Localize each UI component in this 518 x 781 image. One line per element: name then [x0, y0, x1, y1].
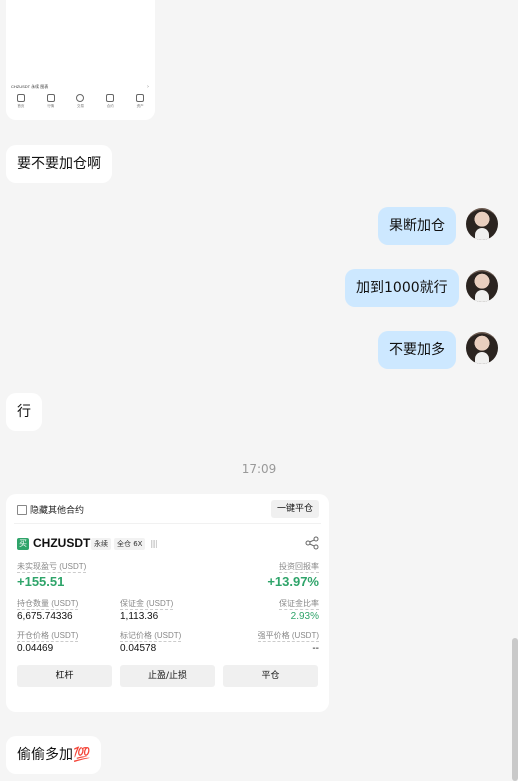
mark-price-label: 标记价格 (USDT) [120, 631, 182, 642]
margin-ratio-value: 2.93% [290, 611, 319, 622]
chart-icon [46, 94, 55, 102]
avatar[interactable] [466, 270, 498, 302]
home-icon [16, 94, 25, 102]
buy-badge-icon: 买 [17, 538, 29, 550]
futures-icon [106, 94, 115, 102]
message-bubble-left[interactable]: 要不要加仓啊 [6, 145, 112, 183]
wallet-icon [136, 94, 145, 102]
close-all-button: 一键平仓 [270, 500, 319, 518]
nav-item-assets: 资产 [129, 94, 151, 109]
message-bubble-left[interactable]: 偷偷多加💯 [6, 736, 102, 774]
hide-other-label: 隐藏其他合约 [30, 506, 85, 516]
shared-screenshot-card[interactable]: CHZUSDT 永续 图表 › 首页 行情 交易 合约 资产 [6, 0, 155, 120]
hide-other-checkbox [17, 505, 27, 515]
margin-value: 1,113.36 [120, 611, 159, 622]
mark-price-value: 0.04578 [120, 643, 157, 654]
trade-icon [76, 94, 85, 102]
share-icon [305, 536, 319, 550]
liquidation-price-value: -- [312, 643, 319, 654]
message-bubble-right[interactable]: 果断加仓 [378, 207, 456, 245]
position-size-label: 持仓数量 (USDT) [17, 599, 79, 610]
chevron-right-icon: › [147, 84, 149, 90]
avatar[interactable] [466, 332, 498, 364]
leverage-button: 杠杆 [17, 665, 112, 687]
liquidation-price-label: 强平价格 (USDT) [257, 631, 319, 642]
close-position-button: 平仓 [223, 665, 318, 687]
screenshot-pair-label: CHZUSDT 永续 图表 [11, 84, 49, 89]
position-size-value: 6,675.74336 [17, 611, 73, 622]
margin-ratio-label: 保证金比率 [279, 599, 319, 610]
tp-sl-button: 止盈/止损 [120, 665, 215, 687]
message-timestamp: 17:09 [241, 462, 277, 476]
unrealized-pnl-label: 未实现盈亏 (USDT) [17, 562, 87, 573]
nav-item-trade: 交易 [69, 94, 91, 109]
avatar[interactable] [466, 208, 498, 240]
screenshot-bottom-nav: 首页 行情 交易 合约 资产 [6, 94, 155, 109]
unrealized-pnl-value: +155.51 [17, 574, 65, 589]
roi-label: 投资回报率 [279, 562, 319, 573]
roi-value: +13.97% [267, 574, 319, 589]
entry-price-label: 开仓价格 (USDT) [17, 631, 79, 642]
nav-item-market: 行情 [40, 94, 62, 109]
position-screenshot-card[interactable]: 隐藏其他合约 一键平仓 买 CHZUSDT 永续 全仓 6X |||| 未实现盈… [6, 494, 329, 712]
entry-price-value: 0.04469 [17, 643, 54, 654]
nav-item-home: 首页 [10, 94, 32, 109]
message-bubble-right[interactable]: 不要加多 [378, 331, 456, 369]
margin-mode-tag: 全仓 6X [114, 538, 146, 550]
divider [14, 523, 321, 524]
message-bubble-right[interactable]: 加到1000就行 [345, 269, 459, 307]
scrollbar[interactable] [512, 638, 518, 781]
position-symbol: CHZUSDT [33, 536, 91, 550]
margin-label: 保证金 (USDT) [120, 599, 174, 610]
contract-type-tag: 永续 [91, 538, 111, 550]
signal-bars-icon: |||| [150, 539, 158, 548]
nav-item-futures: 合约 [99, 94, 121, 109]
message-bubble-left[interactable]: 行 [6, 393, 42, 431]
